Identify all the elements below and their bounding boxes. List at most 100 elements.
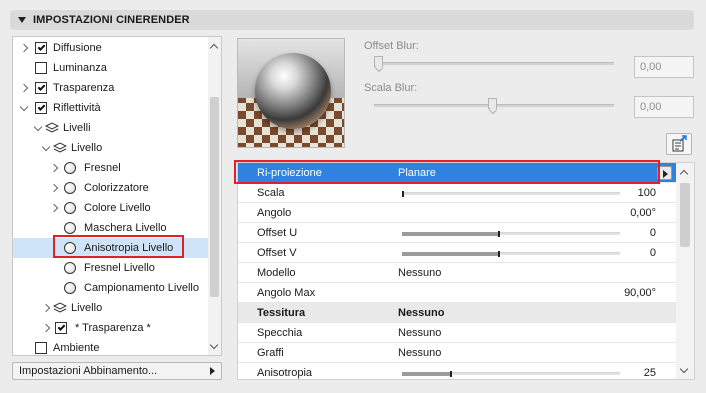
sphere-icon xyxy=(64,282,76,294)
tree-item-luminanza[interactable]: Luminanza xyxy=(13,58,209,78)
scala-blur-slider[interactable] xyxy=(374,98,614,109)
prop-row-angolo-max[interactable]: Angolo Max 90,00° xyxy=(238,283,676,303)
prop-row-specchia[interactable]: Specchia Nessuno xyxy=(238,323,676,343)
collapse-triangle-icon[interactable] xyxy=(18,17,26,23)
prop-row-modello[interactable]: Modello Nessuno xyxy=(238,263,676,283)
scroll-down-icon[interactable] xyxy=(211,342,218,349)
layers-icon xyxy=(53,142,67,153)
play-arrow-icon xyxy=(210,367,215,375)
tree-item-label: Fresnel xyxy=(84,162,121,174)
scala-blur-thumb[interactable] xyxy=(488,98,497,109)
offset-v-bar[interactable] xyxy=(402,251,620,257)
tree-item-fresnel-livello[interactable]: Fresnel Livello xyxy=(13,258,209,278)
tree-item-riflettivita[interactable]: Riflettività xyxy=(13,98,209,118)
bar-marker[interactable] xyxy=(450,371,452,377)
prop-row-offset-u[interactable]: Offset U 0 xyxy=(238,223,676,243)
offset-blur-slider[interactable] xyxy=(374,56,614,67)
chevron-right-icon[interactable] xyxy=(19,83,29,93)
scroll-up-icon[interactable] xyxy=(211,43,218,50)
export-settings-button[interactable] xyxy=(666,133,692,155)
dropdown-arrow-button[interactable] xyxy=(657,166,672,180)
chevron-right-icon[interactable] xyxy=(41,303,51,313)
layers-icon xyxy=(45,122,59,133)
offset-u-bar[interactable] xyxy=(402,231,620,237)
prop-value[interactable]: 0 xyxy=(650,227,656,239)
scroll-thumb[interactable] xyxy=(680,183,690,247)
prop-name: Anisotropia xyxy=(257,366,313,379)
tree-item-trasparenza[interactable]: Trasparenza xyxy=(13,78,209,98)
tree-item-label: Trasparenza xyxy=(53,82,115,94)
bar-marker[interactable] xyxy=(402,191,404,197)
prop-value[interactable]: 90,00° xyxy=(624,287,656,299)
chevron-right-icon[interactable] xyxy=(49,163,59,173)
prop-value[interactable]: Nessuno xyxy=(398,307,444,319)
prop-row-tessitura[interactable]: Tessitura Nessuno xyxy=(238,303,676,323)
anisotropia-bar[interactable] xyxy=(402,371,620,377)
chevron-right-icon[interactable] xyxy=(41,323,51,333)
tree-item-colore-livello[interactable]: Colore Livello xyxy=(13,198,209,218)
properties-scrollbar[interactable] xyxy=(676,163,694,379)
scroll-up-icon[interactable] xyxy=(681,169,688,176)
prop-row-riproiezione[interactable]: Ri-proiezione Planare xyxy=(238,163,676,183)
tree-item-diffusione[interactable]: Diffusione xyxy=(13,38,209,58)
tree-scrollbar[interactable] xyxy=(208,37,221,355)
tree-item-fresnel[interactable]: Fresnel xyxy=(13,158,209,178)
chevron-right-icon[interactable] xyxy=(49,183,59,193)
prop-name: Specchia xyxy=(257,326,303,339)
tree-item-ambiente[interactable]: Ambiente xyxy=(13,338,209,355)
tree-item-colorizzatore[interactable]: Colorizzatore xyxy=(13,178,209,198)
tree-item-label: Colorizzatore xyxy=(84,182,149,194)
prop-row-offset-v[interactable]: Offset V 0 xyxy=(238,243,676,263)
bar-marker[interactable] xyxy=(498,251,500,257)
tree-item-label: Riflettività xyxy=(53,102,101,114)
prop-value[interactable]: Planare xyxy=(398,167,436,179)
scroll-down-icon[interactable] xyxy=(681,366,688,373)
prop-value[interactable]: Nessuno xyxy=(398,267,441,279)
bar-marker[interactable] xyxy=(498,231,500,237)
prop-name: Graffi xyxy=(257,346,284,359)
chevron-down-icon[interactable] xyxy=(19,103,29,113)
checkbox-luminanza[interactable] xyxy=(35,62,47,74)
prop-name: Angolo Max xyxy=(257,286,316,299)
sphere-icon xyxy=(64,162,76,174)
offset-blur-thumb[interactable] xyxy=(374,56,383,67)
tree-item-label: Livello xyxy=(71,142,103,154)
prop-value[interactable]: 0 xyxy=(650,247,656,259)
prop-row-angolo[interactable]: Angolo 0,00° xyxy=(238,203,676,223)
chevron-down-icon[interactable] xyxy=(33,123,43,133)
tree-item-livello[interactable]: Livello xyxy=(13,138,209,158)
panel-header[interactable]: IMPOSTAZIONI CINERENDER xyxy=(10,10,694,30)
prop-row-scala[interactable]: Scala 100 xyxy=(238,183,676,203)
prop-value[interactable]: Nessuno xyxy=(398,347,441,359)
checkbox-riflettivita[interactable] xyxy=(35,102,47,114)
scroll-thumb[interactable] xyxy=(210,97,219,297)
chevron-right-icon[interactable] xyxy=(49,203,59,213)
checkbox-ambiente[interactable] xyxy=(35,342,47,354)
scala-bar[interactable] xyxy=(402,191,620,197)
tree-item-trasparenza-livello[interactable]: * Trasparenza * xyxy=(13,318,209,338)
tree-item-campionamento-livello[interactable]: Campionamento Livello xyxy=(13,278,209,298)
prop-row-graffi[interactable]: Graffi Nessuno xyxy=(238,343,676,363)
sphere-icon xyxy=(64,202,76,214)
tree-item-anisotropia-livello[interactable]: Anisotropia Livello xyxy=(13,238,209,258)
prop-row-anisotropia[interactable]: Anisotropia 25 xyxy=(238,363,676,379)
tree-item-label: * Trasparenza * xyxy=(75,322,151,334)
tree-item-livello-2[interactable]: Livello xyxy=(13,298,209,318)
sphere-icon xyxy=(64,242,76,254)
checkbox-trasparenza-livello[interactable] xyxy=(55,322,67,334)
panel-title: IMPOSTAZIONI CINERENDER xyxy=(33,14,190,26)
chevron-down-icon[interactable] xyxy=(41,143,51,153)
checkbox-diffusione[interactable] xyxy=(35,42,47,54)
prop-value[interactable]: 100 xyxy=(638,187,656,199)
sphere-icon xyxy=(64,182,76,194)
chevron-right-icon[interactable] xyxy=(19,43,29,53)
offset-blur-field[interactable]: 0,00 xyxy=(634,56,694,78)
prop-value[interactable]: 25 xyxy=(644,367,656,379)
match-settings-button[interactable]: Impostazioni Abbinamento... xyxy=(12,362,222,380)
tree-item-maschera-livello[interactable]: Maschera Livello xyxy=(13,218,209,238)
prop-value[interactable]: 0,00° xyxy=(630,207,656,219)
tree-item-livelli[interactable]: Livelli xyxy=(13,118,209,138)
checkbox-trasparenza[interactable] xyxy=(35,82,47,94)
prop-value[interactable]: Nessuno xyxy=(398,327,441,339)
scala-blur-field[interactable]: 0,00 xyxy=(634,96,694,118)
